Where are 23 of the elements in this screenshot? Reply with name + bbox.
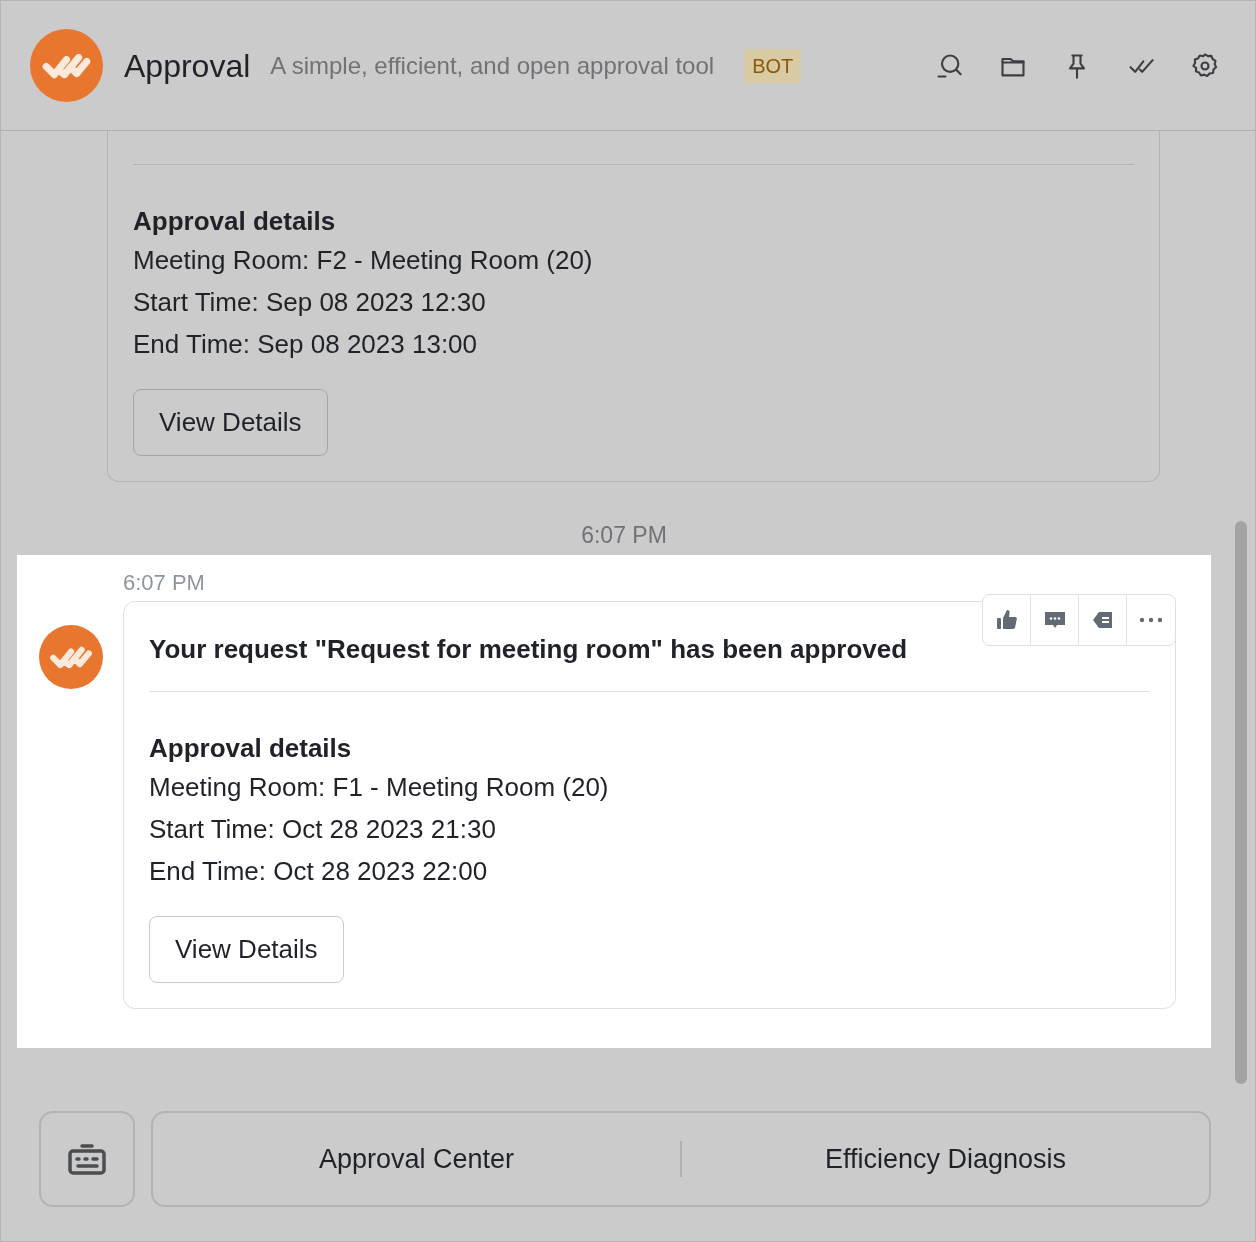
detail-line: Start Time: Sep 08 2023 12:30: [133, 286, 487, 319]
keyboard-icon: [67, 1142, 107, 1176]
message-time: 6:07 PM: [123, 568, 206, 597]
keyboard-button[interactable]: [39, 1111, 135, 1207]
app-logo-icon: [39, 624, 103, 689]
details-heading: Approval details: [133, 205, 337, 238]
detail-line: Start Time: Oct 28 2023 21:30: [149, 812, 497, 846]
bot-tag: BOT: [744, 48, 802, 83]
detail-line: Meeting Room: F2 - Meeting Room (20): [133, 244, 594, 277]
menu-button[interactable]: Efficiency Diagnosis: [682, 1113, 1209, 1205]
app-logo-icon: [30, 29, 103, 102]
card-title: Your request "Request for meeting room" has been approved: [149, 632, 909, 666]
view-details-button[interactable]: View Details: [149, 915, 344, 983]
time-divider: 6:07 PM: [580, 521, 668, 550]
detail-line: End Time: Sep 08 2023 13:00: [133, 328, 479, 361]
bot-description: A simple, efficient, and open approval tool: [270, 50, 715, 81]
detail-line: Meeting Room: F1 - Meeting Room (20): [149, 770, 610, 804]
menu-button[interactable]: Approval Center: [153, 1113, 680, 1205]
view-details-button[interactable]: View Details: [133, 389, 328, 456]
settings-icon[interactable]: [1191, 51, 1219, 80]
detail-line: End Time: Oct 28 2023 22:00: [149, 854, 489, 888]
details-heading: Approval details: [149, 731, 353, 765]
bot-name: Approval: [124, 46, 251, 86]
